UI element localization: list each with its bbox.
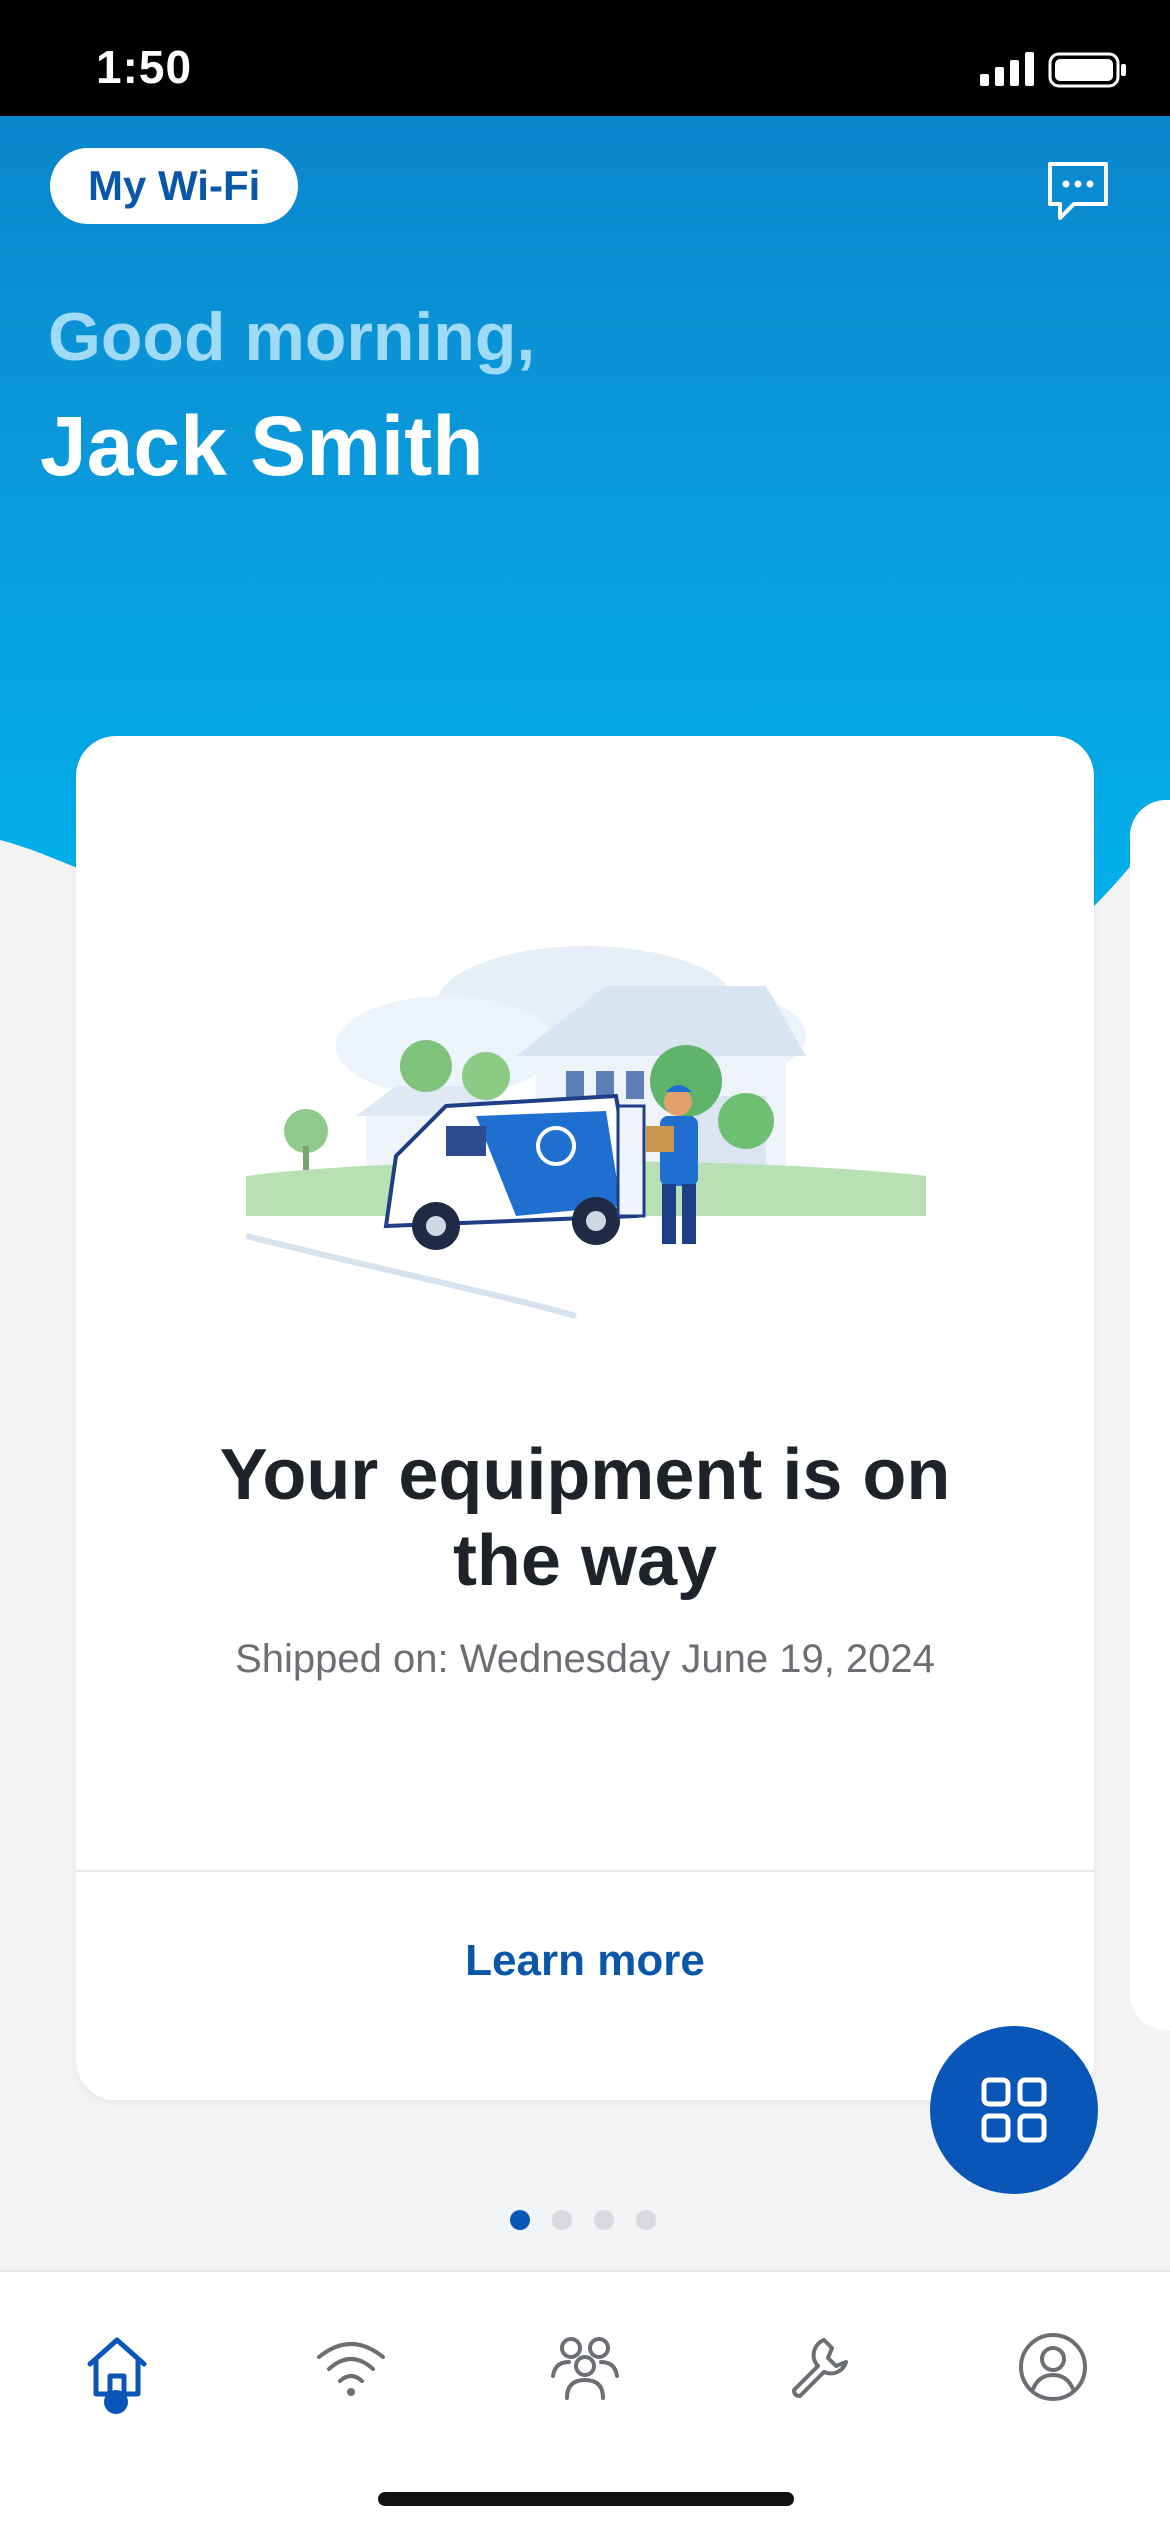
apps-grid-button[interactable] bbox=[930, 2026, 1098, 2194]
tab-profile[interactable] bbox=[1008, 2322, 1098, 2412]
wifi-icon bbox=[317, 2342, 385, 2396]
carousel-dot-2[interactable] bbox=[552, 2210, 572, 2230]
user-name: Jack Smith bbox=[40, 399, 484, 493]
wrench-icon bbox=[792, 2338, 848, 2398]
tab-people[interactable] bbox=[540, 2322, 630, 2412]
profile-icon bbox=[1019, 2333, 1087, 2401]
learn-more-link[interactable]: Learn more bbox=[76, 1936, 1094, 1986]
carousel-dot-3[interactable] bbox=[594, 2210, 614, 2230]
cellular-signal-icon bbox=[980, 52, 1034, 86]
greeting-text: Good morning, bbox=[48, 299, 536, 375]
tab-tools[interactable] bbox=[774, 2322, 864, 2412]
shipping-status-card: Your equipment is on the way Shipped on:… bbox=[76, 736, 1094, 2100]
card-divider bbox=[76, 1870, 1094, 1872]
chat-icon[interactable] bbox=[1044, 156, 1112, 224]
active-tab-indicator bbox=[104, 2390, 128, 2414]
carousel-page-indicator bbox=[510, 2210, 656, 2230]
shipped-date-text: Shipped on: Wednesday June 19, 2024 bbox=[235, 1637, 935, 1681]
card-title: Your equipment is on the way bbox=[219, 1435, 951, 1601]
people-icon bbox=[551, 2337, 619, 2400]
status-bar: 1:50 bbox=[0, 0, 1170, 116]
home-indicator-bar[interactable] bbox=[378, 2492, 794, 2506]
tab-wifi[interactable] bbox=[306, 2322, 396, 2412]
carousel-dot-1[interactable] bbox=[510, 2210, 530, 2230]
carousel-dot-4[interactable] bbox=[636, 2210, 656, 2230]
battery-icon bbox=[1048, 52, 1126, 88]
grid-icon bbox=[981, 2077, 1047, 2143]
next-card-peek[interactable] bbox=[1130, 800, 1170, 2030]
status-time: 1:50 bbox=[96, 41, 193, 93]
delivery-van-illustration bbox=[246, 946, 926, 1319]
my-wifi-button[interactable]: My Wi-Fi bbox=[50, 148, 299, 224]
